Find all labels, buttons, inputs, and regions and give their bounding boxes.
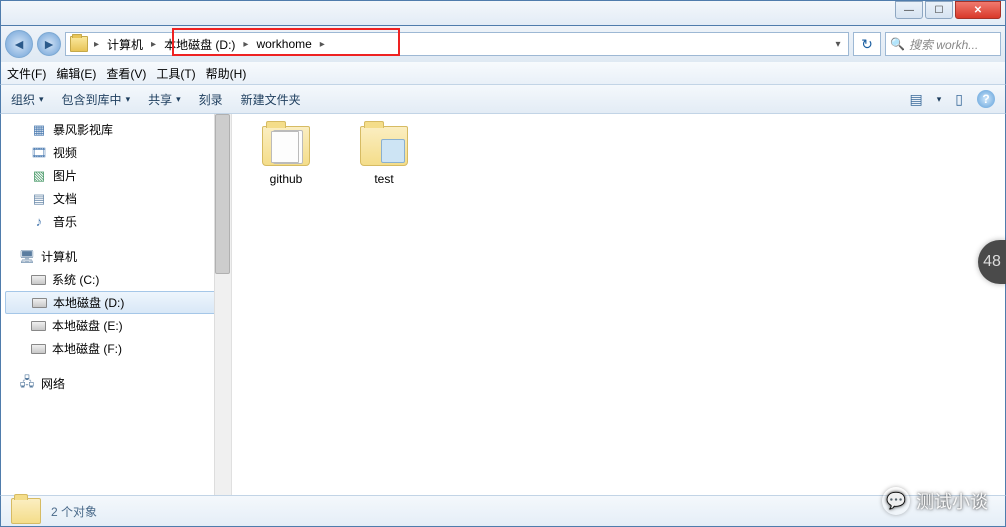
content-area: ▦暴风影视库 🎞视频 ▧图片 ▤文档 ♪音乐 🖥计算机 系统 (C:) 本地磁盘… [0,114,1006,495]
menubar: 文件(F) 编辑(E) 查看(V) 工具(T) 帮助(H) [0,62,1006,84]
sidebar: ▦暴风影视库 🎞视频 ▧图片 ▤文档 ♪音乐 🖥计算机 系统 (C:) 本地磁盘… [1,114,231,495]
file-pane[interactable]: github test [231,114,1005,495]
sidebar-item-bf[interactable]: ▦暴风影视库 [1,118,231,141]
chevron-down-icon: ▾ [126,94,131,105]
sidebar-drive-f[interactable]: 本地磁盘 (F:) [1,337,231,360]
chat-icon: 💬 [882,487,910,515]
forward-button[interactable]: ► [37,32,61,56]
folder-icon [70,36,88,52]
close-button[interactable]: ✕ [955,1,1001,19]
organize-button[interactable]: 组织▾ [11,91,44,108]
breadcrumb-sep[interactable]: ▸ [241,39,250,50]
menu-edit[interactable]: 编辑(E) [56,65,96,82]
breadcrumb-sep[interactable]: ▸ [318,39,327,50]
breadcrumb-drive[interactable]: 本地磁盘 (D:) [158,33,241,55]
video-icon: 🎞 [31,145,47,161]
drive-icon [31,321,46,331]
watermark-text: 测试小谈 [916,488,988,514]
window-controls: — ☐ ✕ [891,1,1005,19]
file-label: test [374,172,393,186]
music-icon: ♪ [31,214,47,230]
search-placeholder: 搜索 workh... [909,36,978,53]
sidebar-drive-c[interactable]: 系统 (C:) [1,268,231,291]
include-button[interactable]: 包含到库中▾ [62,91,131,108]
back-button[interactable]: ◄ [5,30,33,58]
file-label: github [270,172,303,186]
view-options-icon[interactable]: ▤ [910,91,923,108]
menu-tools[interactable]: 工具(T) [156,65,195,82]
navbar: ◄ ► ▸ 计算机 ▸ 本地磁盘 (D:) ▸ workhome ▸ ▾ ↻ 🔍… [0,26,1006,62]
menu-file[interactable]: 文件(F) [7,65,46,82]
watermark: 💬 测试小谈 [882,487,988,515]
preview-pane-icon[interactable]: ▯ [955,91,963,108]
sidebar-item-documents[interactable]: ▤文档 [1,187,231,210]
sidebar-item-music[interactable]: ♪音乐 [1,210,231,233]
drive-icon [31,344,46,354]
picture-icon: ▧ [31,168,47,184]
address-bar[interactable]: ▸ 计算机 ▸ 本地磁盘 (D:) ▸ workhome ▸ ▾ [65,32,849,56]
newfolder-button[interactable]: 新建文件夹 [241,91,301,108]
computer-icon: 🖥 [19,249,35,265]
statusbar: 2 个对象 [0,495,1006,527]
refresh-button[interactable]: ↻ [853,32,881,56]
file-item-test[interactable]: test [348,126,420,186]
breadcrumb-computer[interactable]: 计算机 [101,33,149,55]
breadcrumb-sep[interactable]: ▸ [92,39,101,50]
menu-view[interactable]: 查看(V) [106,65,146,82]
search-icon: 🔍 [890,37,905,51]
burn-button[interactable]: 刻录 [199,91,223,108]
video-icon: ▦ [31,122,47,138]
network-icon: 🖧 [19,376,35,392]
sidebar-computer[interactable]: 🖥计算机 [1,245,231,268]
chevron-down-icon[interactable]: ▾ [937,94,942,105]
toolbar: 组织▾ 包含到库中▾ 共享▾ 刻录 新建文件夹 ▤ ▾ ▯ ? [0,84,1006,114]
address-dropdown-icon[interactable]: ▾ [828,39,848,50]
file-item-github[interactable]: github [250,126,322,186]
minimize-button[interactable]: — [895,1,923,19]
sidebar-network[interactable]: 🖧网络 [1,372,231,395]
sidebar-item-video[interactable]: 🎞视频 [1,141,231,164]
help-icon[interactable]: ? [977,90,995,108]
maximize-button[interactable]: ☐ [925,1,953,19]
scrollbar[interactable] [214,114,231,495]
chevron-down-icon: ▾ [176,94,181,105]
chevron-down-icon: ▾ [39,94,44,105]
scrollbar-thumb[interactable] [215,114,230,274]
breadcrumb-sep[interactable]: ▸ [149,39,158,50]
drive-icon [31,275,46,285]
folder-icon [262,126,310,166]
search-input[interactable]: 🔍 搜索 workh... [885,32,1001,56]
folder-icon [360,126,408,166]
share-button[interactable]: 共享▾ [148,91,181,108]
sidebar-drive-e[interactable]: 本地磁盘 (E:) [1,314,231,337]
document-icon: ▤ [31,191,47,207]
sidebar-item-pictures[interactable]: ▧图片 [1,164,231,187]
drive-icon [32,298,47,308]
titlebar: — ☐ ✕ [0,0,1006,26]
sidebar-drive-d[interactable]: 本地磁盘 (D:) [5,291,227,314]
breadcrumb-folder[interactable]: workhome [250,33,317,55]
menu-help[interactable]: 帮助(H) [206,65,247,82]
status-text: 2 个对象 [51,503,97,520]
folder-icon [11,498,41,524]
